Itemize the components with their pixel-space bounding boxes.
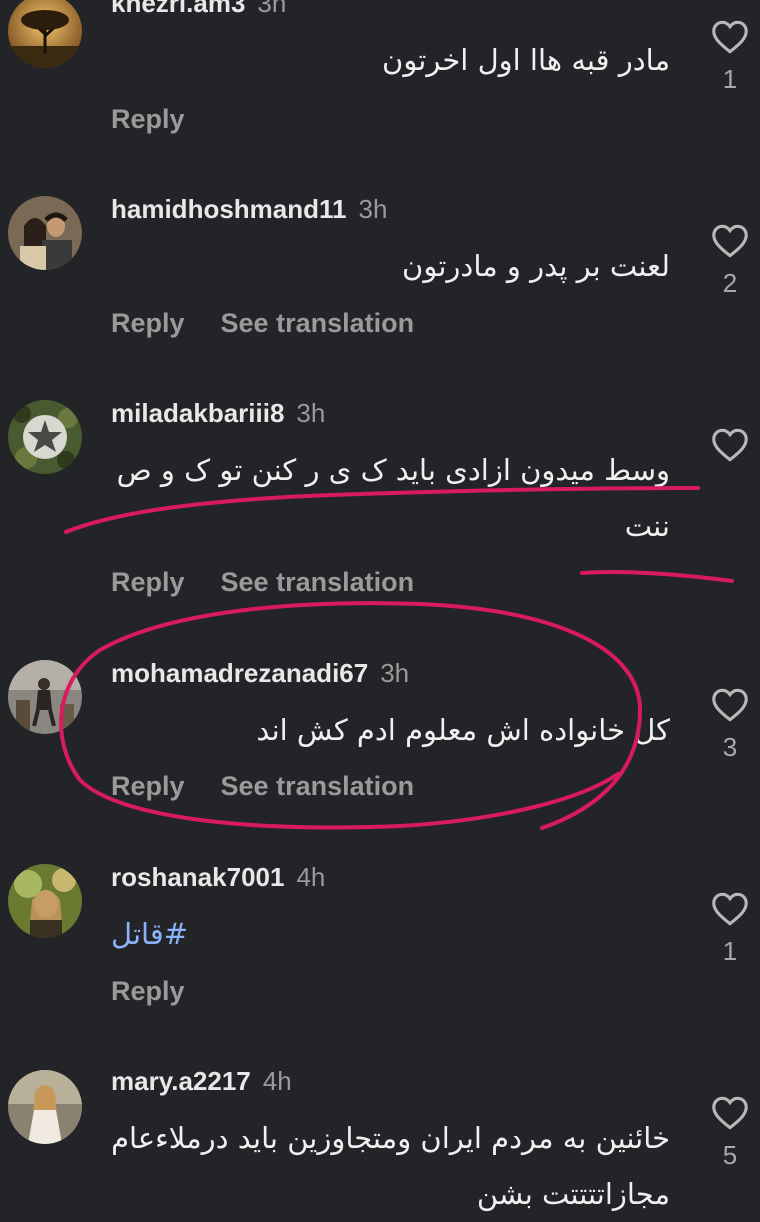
like-count: 3 <box>722 732 738 762</box>
username[interactable]: miladakbariii8 <box>111 398 284 428</box>
comment-text: مادر قبه هاا اول اخرتون <box>382 43 670 77</box>
comment-actions: Reply See translation <box>111 771 414 802</box>
like-area: 3 <box>700 688 760 763</box>
see-translation-button[interactable]: See translation <box>221 567 415 597</box>
avatar[interactable] <box>8 660 82 734</box>
comment-text: #قاتل <box>111 906 188 962</box>
comment-meta: miladakbariii8 3h <box>111 398 325 429</box>
comment-meta: hamidhoshmand11 3h <box>111 194 387 225</box>
comment-text: وسط میدون ازادی باید ک ی ر کنن تو ک و ص … <box>116 453 670 543</box>
heart-outline-icon[interactable] <box>711 428 749 462</box>
underline-stroke <box>580 569 734 583</box>
heart-outline-icon[interactable] <box>711 688 749 722</box>
username[interactable]: roshanak7001 <box>111 862 284 892</box>
heart-outline-icon[interactable] <box>711 1096 749 1130</box>
like-area: 1 <box>700 892 760 967</box>
heart-outline-icon[interactable] <box>711 892 749 926</box>
comment-meta: roshanak7001 4h <box>111 862 325 893</box>
timestamp: 3h <box>358 194 388 224</box>
like-count: 1 <box>722 64 738 94</box>
avatar[interactable] <box>8 864 82 938</box>
avatar[interactable] <box>8 400 82 474</box>
like-count: 1 <box>722 936 738 966</box>
avatar[interactable] <box>8 196 82 270</box>
heart-outline-icon[interactable] <box>711 20 749 54</box>
like-area: 2 <box>700 224 760 299</box>
username[interactable]: khezri.am3 <box>111 0 245 18</box>
reply-button[interactable]: Reply <box>111 567 185 597</box>
like-count: 2 <box>722 268 738 298</box>
comment-meta: mohamadrezanadi67 3h <box>111 658 409 689</box>
comment-text: کل خانواده اش معلوم ادم کش اند <box>256 713 670 747</box>
reply-button[interactable]: Reply <box>111 976 185 1006</box>
reply-button[interactable]: Reply <box>111 308 185 338</box>
username[interactable]: mohamadrezanadi67 <box>111 658 368 688</box>
comment-text: خائنین به مردم ایران ومتجاوزین باید درمل… <box>111 1121 670 1211</box>
comment-actions: Reply <box>111 104 185 135</box>
timestamp: 4h <box>296 862 326 892</box>
avatar[interactable] <box>8 1070 82 1144</box>
like-count: 5 <box>722 1140 738 1170</box>
see-translation-button[interactable]: See translation <box>221 771 415 801</box>
comment-actions: Reply <box>111 976 185 1007</box>
comment-actions: Reply See translation <box>111 308 414 339</box>
heart-outline-icon[interactable] <box>711 224 749 258</box>
like-area: 5 <box>700 1096 760 1171</box>
avatar[interactable] <box>8 0 82 68</box>
username[interactable]: mary.a2217 <box>111 1066 251 1096</box>
reply-button[interactable]: Reply <box>111 104 185 134</box>
username[interactable]: hamidhoshmand11 <box>111 194 347 224</box>
annotation-overlay <box>59 486 734 830</box>
timestamp: 4h <box>262 1066 292 1096</box>
timestamp: 3h <box>257 0 287 18</box>
comment-text: لعنت بر پدر و مادرتون <box>402 249 670 283</box>
like-area: 1 <box>700 20 760 95</box>
hashtag-link[interactable]: #قاتل <box>111 917 188 951</box>
like-area <box>700 428 760 472</box>
comment-meta: mary.a2217 4h <box>111 1066 292 1097</box>
comment-actions: Reply See translation <box>111 567 414 598</box>
comment-meta: khezri.am3 3h <box>111 0 286 19</box>
timestamp: 3h <box>380 658 410 688</box>
see-translation-button[interactable]: See translation <box>221 308 415 338</box>
reply-button[interactable]: Reply <box>111 771 185 801</box>
timestamp: 3h <box>296 398 326 428</box>
